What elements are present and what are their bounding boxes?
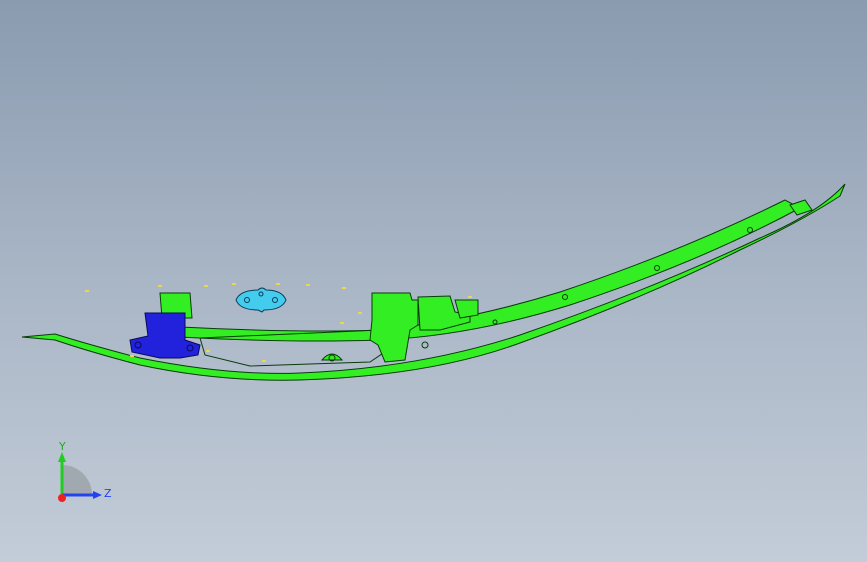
3d-viewport[interactable]: Y Z bbox=[0, 0, 867, 562]
main-rail-upper[interactable] bbox=[179, 199, 802, 342]
axis-triad: Y Z bbox=[58, 440, 112, 502]
rail-hole bbox=[421, 341, 429, 349]
y-axis-label: Y bbox=[58, 440, 66, 453]
y-axis-arrow bbox=[58, 452, 66, 462]
triad-quarter-disc bbox=[62, 465, 92, 495]
z-axis-arrow bbox=[93, 491, 102, 499]
x-axis-dot bbox=[58, 494, 66, 502]
z-axis-label: Z bbox=[104, 487, 112, 500]
model-scene[interactable] bbox=[0, 0, 867, 562]
center-mount-block[interactable] bbox=[369, 292, 419, 363]
